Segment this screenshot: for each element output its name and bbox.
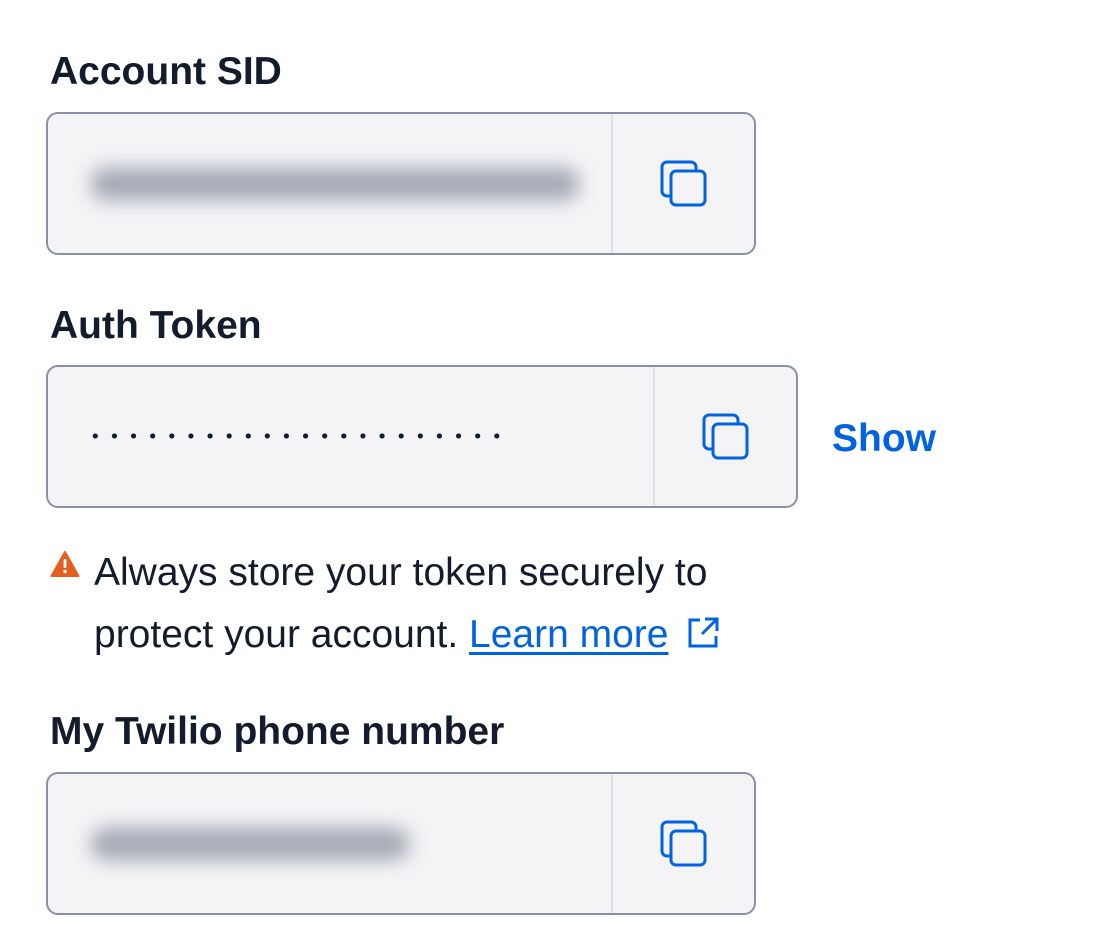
phone-number-label: My Twilio phone number [50,710,505,753]
phone-number-value[interactable] [48,774,611,913]
show-auth-token-button[interactable]: Show [832,419,936,458]
warning-line-2-text: protect your account. [94,613,459,656]
external-link-icon[interactable] [685,615,721,651]
auth-token-field: •••••••••••••••••••••• [46,365,798,508]
account-sid-label: Account SID [50,50,282,93]
warning-line-2: protect your account. Learn more [94,604,721,666]
account-sid-field [46,112,756,255]
copy-account-sid-button[interactable] [611,114,754,253]
copy-icon [660,160,706,206]
auth-token-value[interactable]: •••••••••••••••••••••• [48,367,653,506]
phone-number-redacted [90,826,410,861]
auth-token-masked-value: •••••••••••••••••••••• [90,426,511,447]
account-sid-value[interactable] [48,114,611,253]
auth-token-label: Auth Token [50,304,262,347]
copy-icon [660,820,706,866]
account-sid-redacted [90,166,580,201]
warning-triangle-icon [50,551,80,577]
learn-more-link[interactable]: Learn more [469,613,668,656]
warning-line-1: Always store your token securely to [94,551,708,594]
copy-auth-token-button[interactable] [653,367,796,506]
copy-phone-number-button[interactable] [611,774,754,913]
phone-number-field [46,772,756,915]
warning-message: Always store your token securely to prot… [94,542,721,666]
copy-icon [702,413,748,459]
